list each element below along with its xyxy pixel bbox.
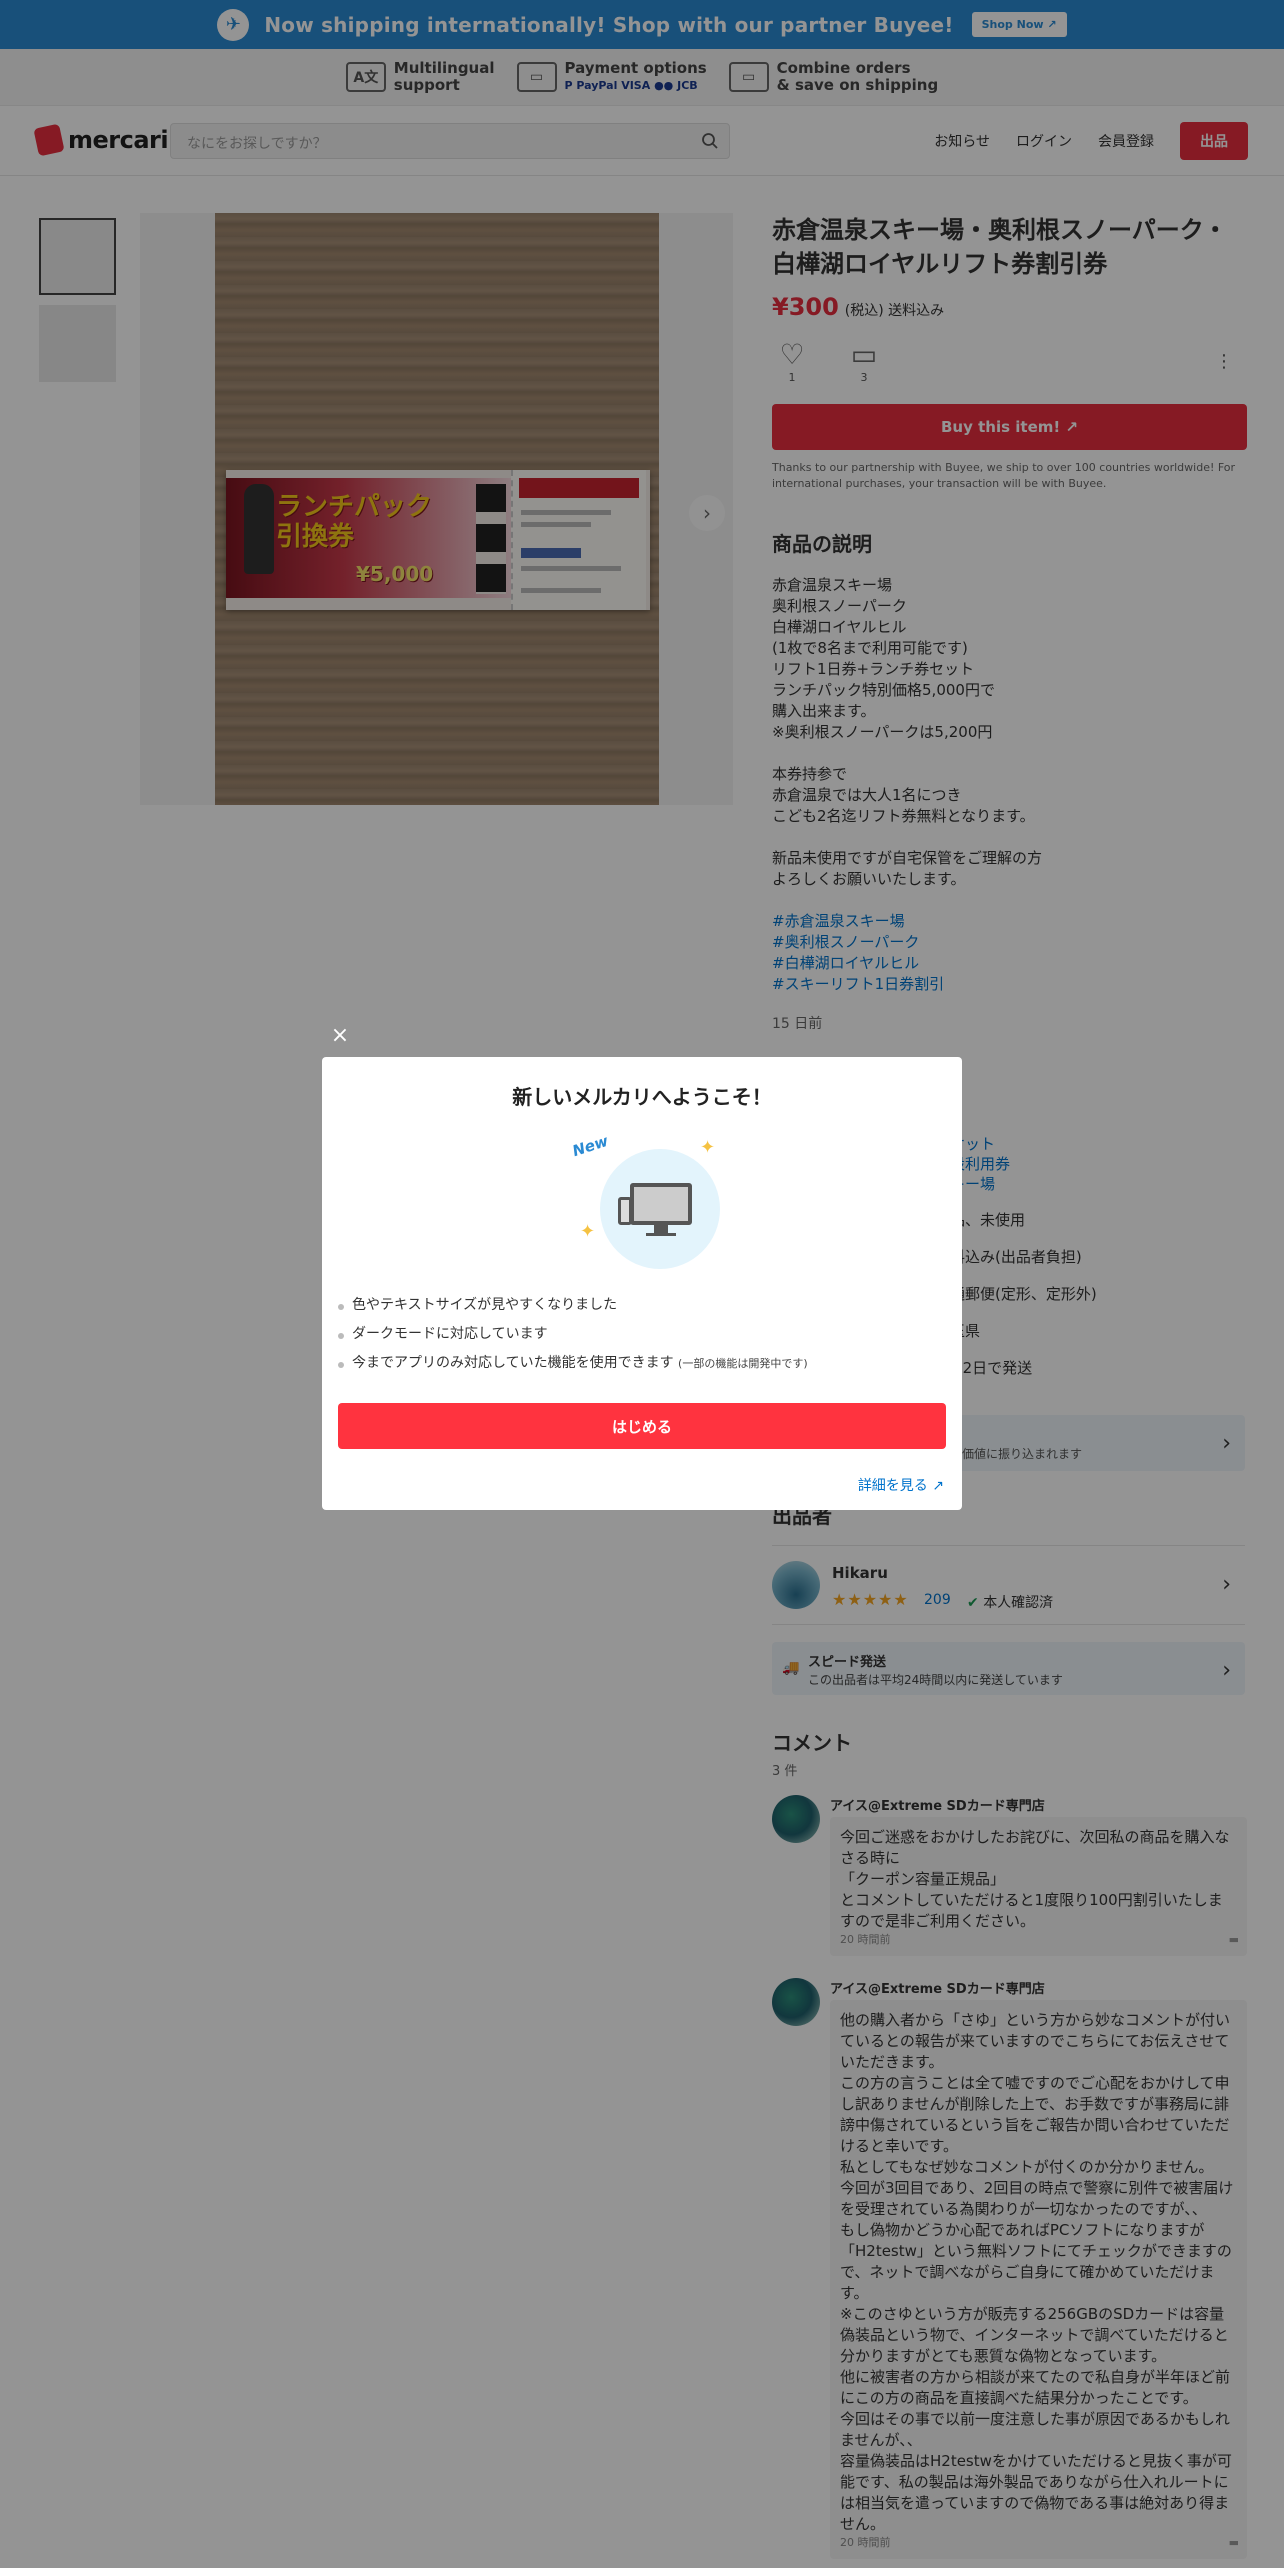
feature-bullet: ダークモードに対応しています — [338, 1320, 808, 1349]
devices-illustration: New ✦ ✦ — [570, 1132, 720, 1269]
monitor-icon — [630, 1183, 692, 1225]
start-button[interactable]: はじめる — [338, 1403, 946, 1449]
sparkle-icon: ✦ — [580, 1221, 596, 1242]
phone-icon — [618, 1197, 632, 1225]
feature-bullet: 色やテキストサイズが見やすくなりました — [338, 1291, 808, 1320]
modal-title: 新しいメルカリへようこそ！ — [512, 1085, 772, 1109]
new-tag: New — [570, 1131, 611, 1161]
sparkle-icon: ✦ — [700, 1137, 716, 1158]
close-icon[interactable]: × — [328, 1024, 352, 1048]
welcome-modal: 新しいメルカリへようこそ！ New ✦ ✦ 色やテキストサイズが見やすくなりまし… — [322, 1057, 962, 1510]
details-link[interactable]: 詳細を見る ↗ — [858, 1475, 944, 1495]
feature-bullet: 今までアプリのみ対応していた機能を使用できます (一部の機能は開発中です) — [338, 1349, 808, 1378]
feature-note: (一部の機能は開発中です) — [678, 1357, 808, 1370]
feature-list: 色やテキストサイズが見やすくなりました ダークモードに対応しています 今までアプ… — [338, 1291, 808, 1378]
